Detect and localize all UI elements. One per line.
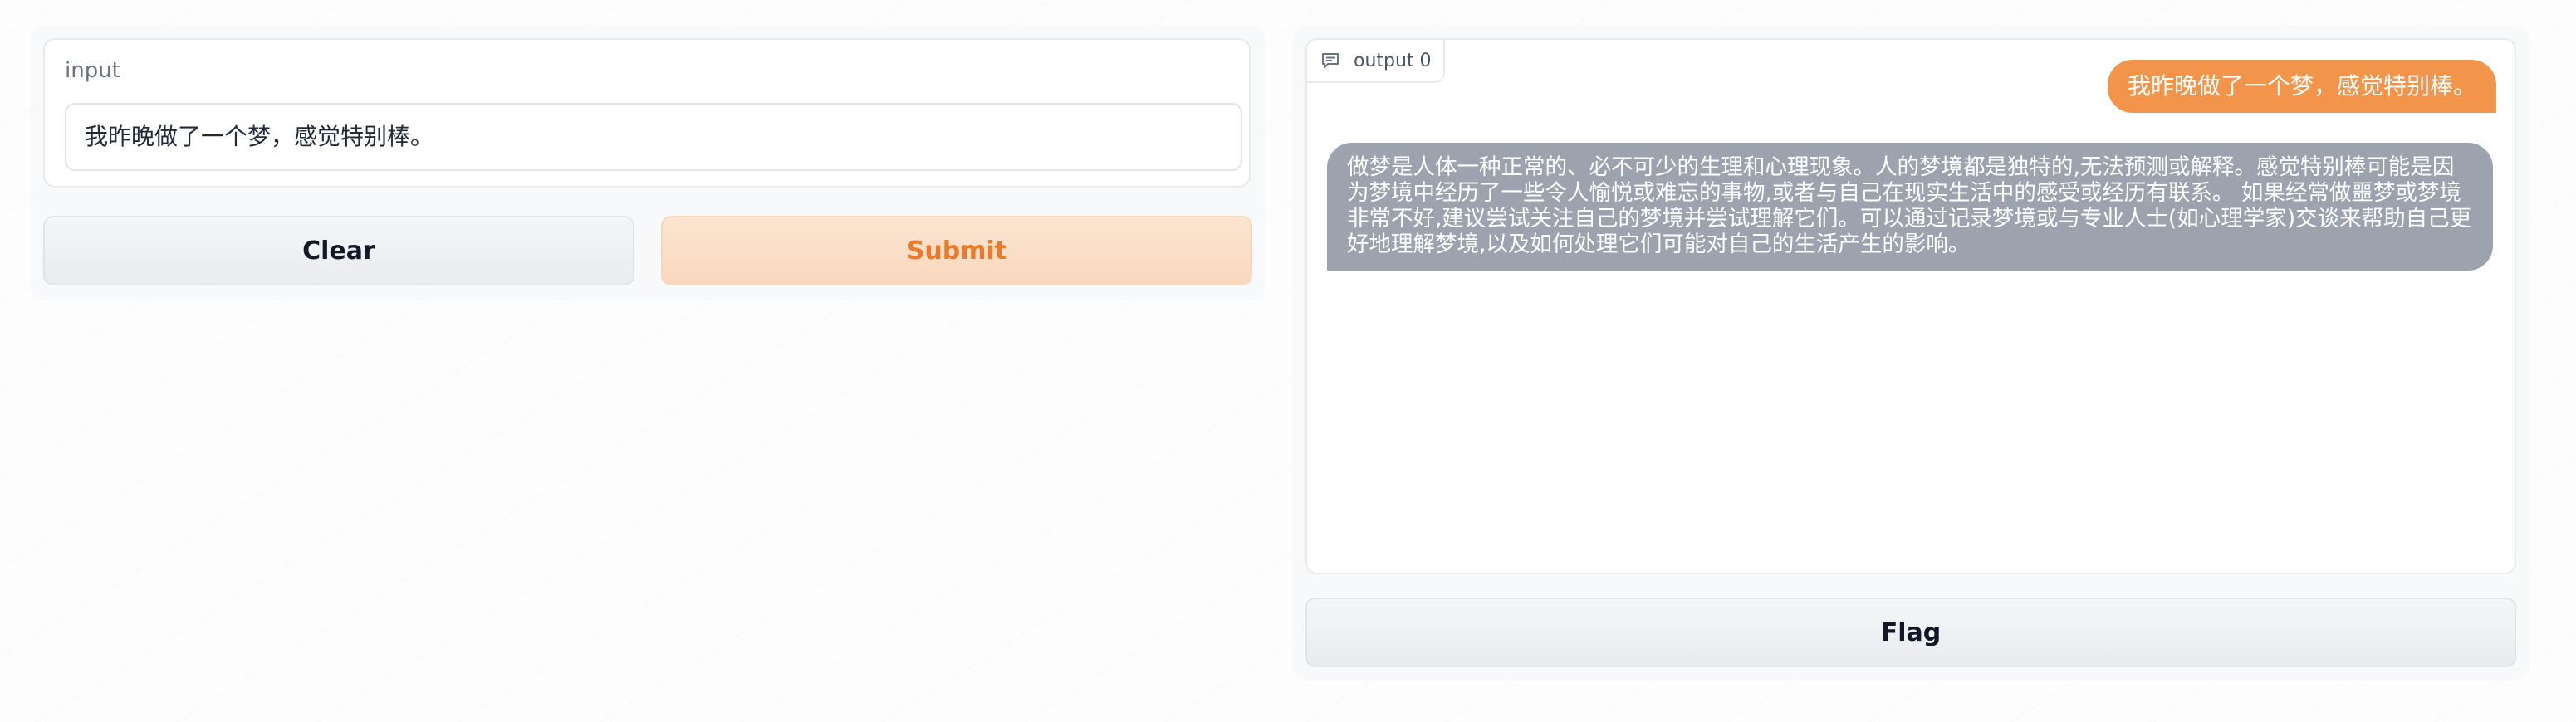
- output-panel: output 0 我昨晚做了一个梦，感觉特别棒。 做梦是人体一种正常的、必不可少…: [1292, 25, 2529, 681]
- flag-button[interactable]: Flag: [1305, 598, 2516, 667]
- input-block: input 我昨晚做了一个梦，感觉特别棒。: [43, 38, 1251, 188]
- submit-button[interactable]: Submit: [661, 216, 1252, 285]
- input-label: input: [65, 58, 120, 83]
- output-label: output 0: [1354, 50, 1432, 71]
- user-message: 我昨晚做了一个梦，感觉特别棒。: [2107, 60, 2496, 113]
- chatbot-output: output 0 我昨晚做了一个梦，感觉特别棒。 做梦是人体一种正常的、必不可少…: [1305, 38, 2516, 574]
- app-page: input 我昨晚做了一个梦，感觉特别棒。 Clear Submit outpu…: [0, 0, 2576, 722]
- output-label-tab: output 0: [1307, 40, 1445, 83]
- input-textbox[interactable]: 我昨晚做了一个梦，感觉特别棒。: [65, 103, 1242, 171]
- bot-message: 做梦是人体一种正常的、必不可少的生理和心理现象。人的梦境都是独特的,无法预测或解…: [1327, 143, 2493, 271]
- chat-icon: [1320, 51, 1340, 71]
- input-panel: input 我昨晚做了一个梦，感觉特别棒。 Clear Submit: [30, 25, 1266, 300]
- clear-button[interactable]: Clear: [43, 216, 634, 285]
